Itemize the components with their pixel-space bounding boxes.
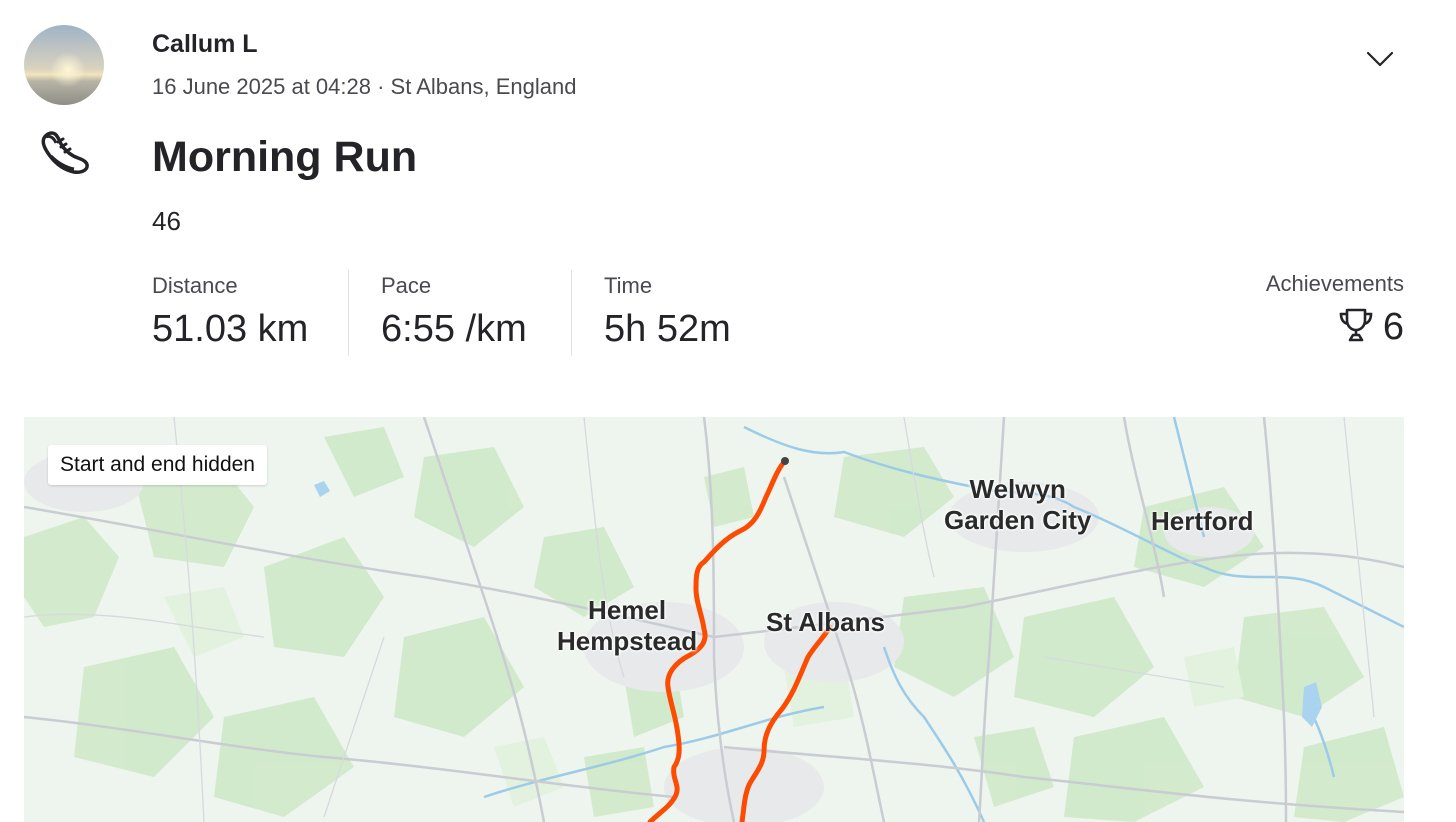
route-map[interactable]: Start and end hidden Welwyn Garden City …	[24, 417, 1404, 822]
place-text: Welwyn Garden City	[944, 474, 1092, 535]
stat-divider	[348, 270, 349, 356]
stat-time: Time 5h 52m	[604, 272, 731, 352]
stat-label: Time	[604, 273, 653, 298]
stat-value: 51.03 km	[152, 308, 309, 350]
place-label-welwyn: Welwyn Garden City	[944, 474, 1091, 536]
place-label-hertford: Hertford	[1151, 506, 1254, 537]
place-label-st-albans: St Albans	[766, 607, 885, 638]
running-shoe-icon	[38, 128, 92, 178]
achievements[interactable]: Achievements 6	[1266, 270, 1404, 350]
privacy-badge: Start and end hidden	[48, 445, 267, 485]
place-text: Hertford	[1151, 506, 1254, 536]
place-text: Hemel Hempstead	[557, 595, 698, 656]
activity-meta: 16 June 2025 at 04:28 · St Albans, Engla…	[152, 74, 577, 99]
trophy-icon	[1337, 306, 1375, 349]
activity-title: Morning Run	[152, 133, 418, 181]
stat-pace: Pace 6:55 /km	[381, 272, 527, 352]
achievements-count: 6	[1382, 306, 1404, 348]
stat-label: Pace	[381, 273, 432, 298]
activity-description: 46	[152, 206, 181, 236]
athlete-name[interactable]: Callum L	[152, 30, 258, 59]
stat-label: Distance	[152, 273, 238, 298]
avatar[interactable]	[24, 25, 104, 105]
stat-value: 6:55 /km	[381, 308, 527, 350]
route-marker	[781, 457, 789, 465]
place-text: St Albans	[766, 607, 885, 637]
stat-divider	[571, 270, 572, 356]
stat-distance: Distance 51.03 km	[152, 272, 308, 352]
achievements-label: Achievements	[1265, 271, 1404, 296]
stat-value: 5h 52m	[604, 308, 731, 350]
place-label-hemel: Hemel Hempstead	[557, 595, 697, 657]
chevron-down-icon[interactable]	[1364, 44, 1396, 72]
